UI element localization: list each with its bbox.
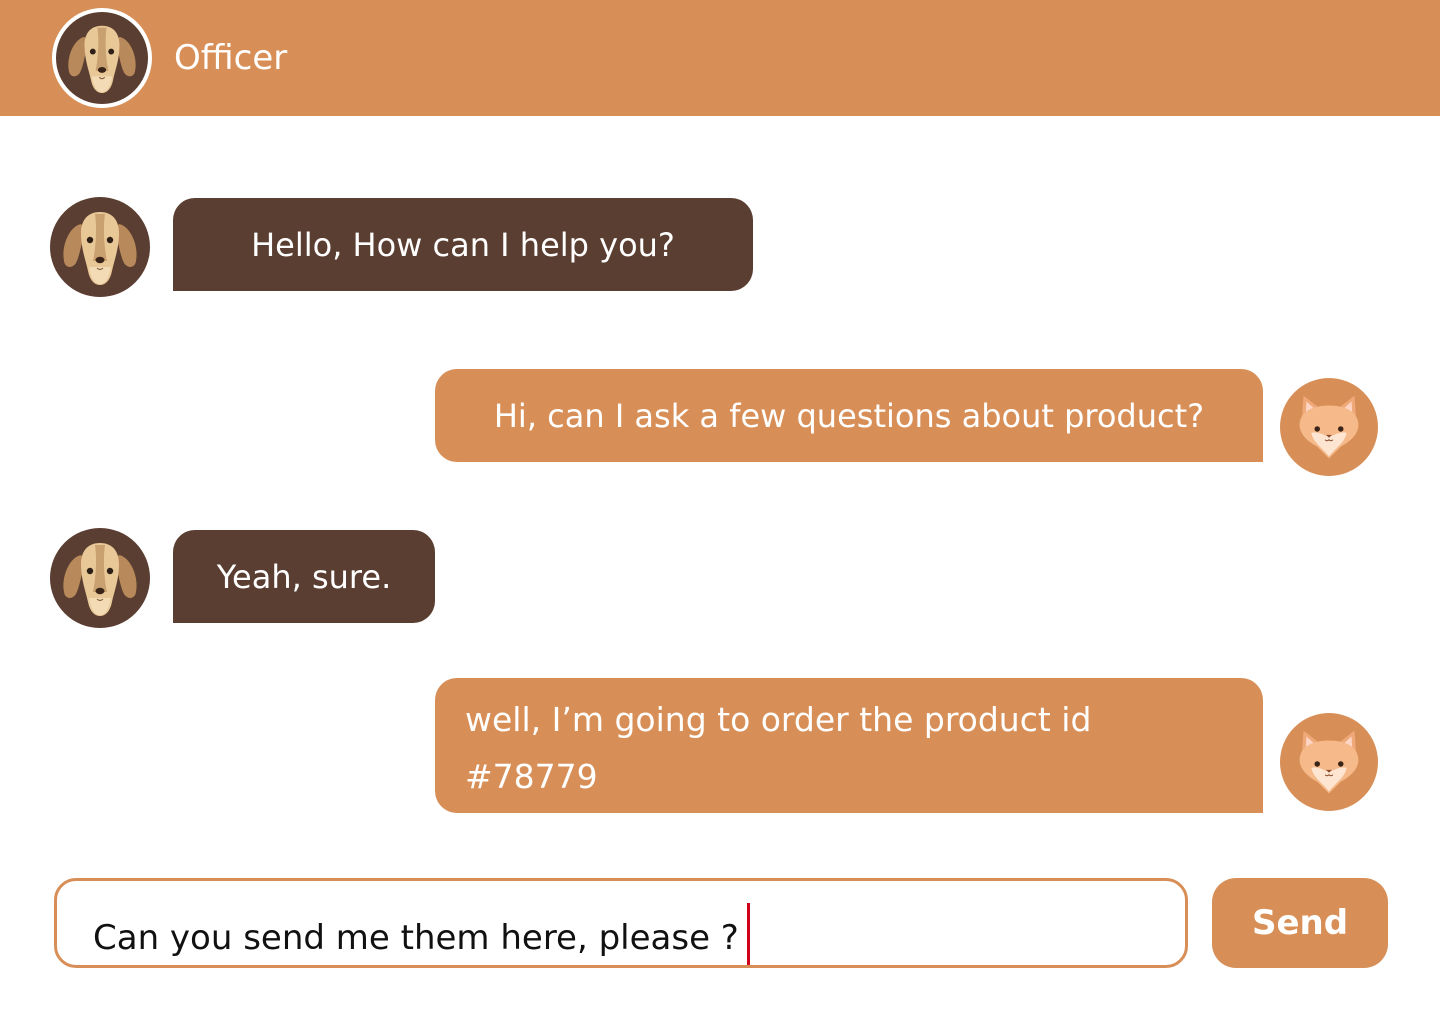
message-text-line: and I’d like to see more photos of it.	[465, 814, 1062, 853]
text-caret	[746, 903, 750, 965]
message-text-line: well, I’m going to order the product id …	[465, 700, 1092, 796]
message-text: Yeah, sure.	[216, 557, 392, 596]
message-input[interactable]: Can you send me them here, please ?	[54, 878, 1188, 968]
chat-title: Officer	[174, 38, 288, 78]
message-bubble-officer: Yeah, sure.	[173, 530, 435, 623]
message-text: Hello, How can I help you?	[251, 225, 675, 264]
message-input-value[interactable]: Can you send me them here, please ?	[93, 918, 739, 958]
message-bubble-officer: Hello, How can I help you?	[173, 198, 753, 291]
message-bubble-user: well, I’m going to order the product id …	[435, 678, 1263, 853]
cat-icon	[1280, 713, 1378, 811]
message-text: Hi, can I ask a few questions about prod…	[493, 396, 1205, 435]
dog-icon	[50, 197, 150, 297]
chat-header: Officer	[0, 0, 1440, 116]
dog-icon	[50, 528, 150, 628]
officer-avatar[interactable]	[52, 8, 152, 108]
dog-icon	[56, 12, 148, 104]
message-bubble-user: Hi, can I ask a few questions about prod…	[435, 369, 1263, 462]
cat-icon	[1280, 378, 1378, 476]
send-button[interactable]: Send	[1212, 878, 1388, 968]
